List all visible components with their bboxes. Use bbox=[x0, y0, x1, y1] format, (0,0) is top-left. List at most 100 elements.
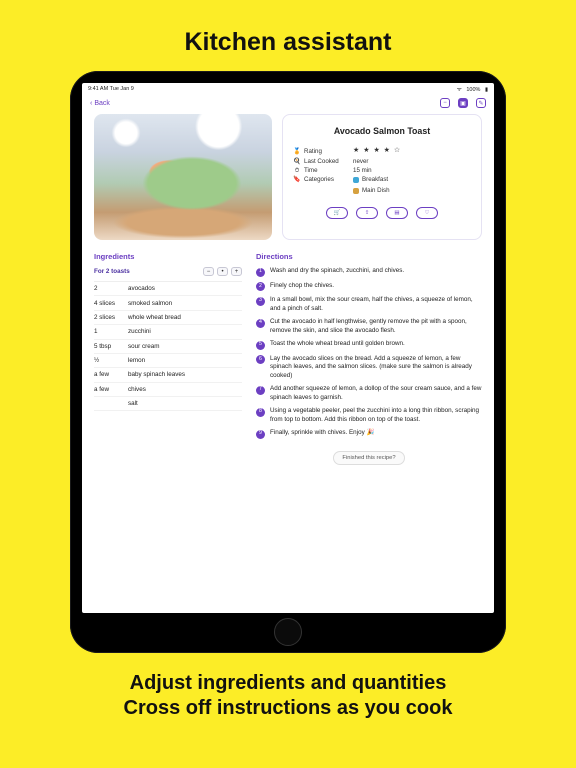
clock-icon: ⏱ bbox=[293, 166, 301, 175]
step-text: Toast the whole wheat bread until golden… bbox=[270, 340, 405, 350]
pot-icon: 🍳 bbox=[293, 157, 301, 166]
ingredient-row[interactable]: ½lemon bbox=[94, 354, 242, 368]
last-cooked-value: never bbox=[353, 157, 368, 166]
direction-step[interactable]: 4Cut the avocado in half lengthwise, gen… bbox=[256, 318, 482, 335]
step-text: Wash and dry the spinach, zucchini, and … bbox=[270, 267, 404, 277]
servings-stepper: − • + bbox=[203, 267, 242, 276]
direction-step[interactable]: 7 Add another squeeze of lemon, a dollop … bbox=[256, 385, 482, 402]
step-number-badge: 6 bbox=[256, 355, 265, 364]
step-text: Lay the avocado slices on the bread. Add… bbox=[270, 355, 482, 381]
ingredient-row[interactable]: a fewbaby spinach leaves bbox=[94, 368, 242, 382]
ingredient-qty: ½ bbox=[94, 357, 128, 364]
ingredient-name: salt bbox=[128, 400, 242, 407]
direction-step[interactable]: 6 Lay the avocado slices on the bread. Ad… bbox=[256, 355, 482, 381]
medal-icon: 🏅 bbox=[293, 147, 301, 156]
direction-step[interactable]: 5Toast the whole wheat bread until golde… bbox=[256, 340, 482, 350]
rating-stars[interactable]: ★ ★ ★ ★ ☆ bbox=[353, 146, 401, 157]
back-label: Back bbox=[94, 100, 110, 107]
directions-list: 1Wash and dry the spinach, zucchini, and… bbox=[256, 267, 482, 439]
direction-step[interactable]: 1Wash and dry the spinach, zucchini, and… bbox=[256, 267, 482, 277]
status-time: 9:41 AM Tue Jan 9 bbox=[88, 86, 134, 92]
step-text: In a small bowl, mix the sour cream, hal… bbox=[270, 296, 482, 313]
categories-values: Breakfast Main Dish bbox=[353, 175, 394, 197]
servings-increase-button[interactable]: + bbox=[231, 267, 242, 276]
ingredient-qty: 5 tbsp bbox=[94, 343, 128, 350]
promo-tagline-2: Cross off instructions as you cook bbox=[0, 696, 576, 721]
wifi-icon: ᯤ bbox=[457, 87, 462, 93]
ingredient-qty: 2 bbox=[94, 285, 128, 292]
step-text: Finally, sprinkle with chives. Enjoy 🎉 bbox=[270, 429, 374, 439]
promo-headline: Kitchen assistant bbox=[0, 0, 576, 71]
direction-step[interactable]: 2 Finely chop the chives. bbox=[256, 282, 482, 292]
promo-tagline-1: Adjust ingredients and quantities bbox=[0, 671, 576, 696]
ingredient-row[interactable]: 4 slicessmoked salmon bbox=[94, 296, 242, 310]
time-value: 15 min bbox=[353, 166, 372, 175]
directions-column: Directions 1Wash and dry the spinach, zu… bbox=[256, 252, 482, 465]
recipe-title: Avocado Salmon Toast bbox=[293, 123, 471, 140]
battery-label: 100% bbox=[466, 87, 480, 93]
ingredient-row[interactable]: a fewchives bbox=[94, 383, 242, 397]
minus-circle-icon[interactable]: − bbox=[440, 98, 450, 108]
ingredient-row[interactable]: 2 sliceswhole wheat bread bbox=[94, 311, 242, 325]
ingredient-name: whole wheat bread bbox=[128, 314, 242, 321]
category-main-dish[interactable]: Main Dish bbox=[353, 186, 390, 195]
status-right: ᯤ 100% ▮ bbox=[454, 85, 488, 93]
servings-reset-button[interactable]: • bbox=[217, 267, 228, 276]
ingredient-name: avocados bbox=[128, 285, 242, 292]
share-button[interactable]: ⇪ bbox=[356, 207, 378, 219]
ingredient-qty: 1 bbox=[94, 328, 128, 335]
calendar-button[interactable]: ▤ bbox=[386, 207, 408, 219]
cart-button[interactable]: 🛒 bbox=[326, 207, 348, 219]
app-screen: 9:41 AM Tue Jan 9 ᯤ 100% ▮ ‹ Back − ▣ ✎ bbox=[82, 83, 494, 613]
step-text: Finely chop the chives. bbox=[270, 282, 334, 292]
card-action-row: 🛒 ⇪ ▤ ♡ bbox=[293, 203, 471, 219]
recipe-info-card: Avocado Salmon Toast 🏅Rating ★ ★ ★ ★ ☆ 🍳… bbox=[282, 114, 482, 240]
duplicate-icon[interactable]: ▣ bbox=[458, 98, 468, 108]
category-breakfast[interactable]: Breakfast bbox=[353, 175, 388, 184]
step-number-badge: 7 bbox=[256, 386, 265, 395]
battery-icon: ▮ bbox=[485, 87, 488, 93]
last-cooked-label: Last Cooked bbox=[304, 157, 339, 166]
step-text: Cut the avocado in half lengthwise, gent… bbox=[270, 318, 482, 335]
ingredient-row[interactable]: 1zucchini bbox=[94, 325, 242, 339]
ingredient-row[interactable]: 5 tbspsour cream bbox=[94, 340, 242, 354]
ingredient-name: smoked salmon bbox=[128, 300, 242, 307]
ingredient-row[interactable]: 2avocados bbox=[94, 282, 242, 296]
ingredient-name: chives bbox=[128, 386, 242, 393]
device-frame-wrap: 9:41 AM Tue Jan 9 ᯤ 100% ▮ ‹ Back − ▣ ✎ bbox=[0, 71, 576, 653]
top-nav-bar: ‹ Back − ▣ ✎ bbox=[82, 94, 494, 112]
hero-row: Avocado Salmon Toast 🏅Rating ★ ★ ★ ★ ☆ 🍳… bbox=[94, 114, 482, 240]
edit-icon[interactable]: ✎ bbox=[476, 98, 486, 108]
categories-label: Categories bbox=[304, 175, 334, 184]
ingredients-heading: Ingredients bbox=[94, 252, 242, 261]
rating-label: Rating bbox=[304, 147, 322, 156]
time-label: Time bbox=[304, 166, 318, 175]
promo-footer: Adjust ingredients and quantities Cross … bbox=[0, 653, 576, 721]
folder-icon: 🔖 bbox=[293, 175, 301, 184]
ingredient-row[interactable]: salt bbox=[94, 397, 242, 411]
ingredient-name: baby spinach leaves bbox=[128, 371, 242, 378]
ingredient-qty: 4 slices bbox=[94, 300, 128, 307]
step-number-badge: 3 bbox=[256, 297, 265, 306]
step-number-badge: 9 bbox=[256, 430, 265, 439]
ingredient-qty: a few bbox=[94, 386, 128, 393]
ingredient-name: zucchini bbox=[128, 328, 242, 335]
chevron-left-icon: ‹ bbox=[90, 100, 92, 107]
back-button[interactable]: ‹ Back bbox=[90, 100, 110, 107]
recipe-photo bbox=[94, 114, 272, 240]
favorite-button[interactable]: ♡ bbox=[416, 207, 438, 219]
step-text: Add another squeeze of lemon, a dollop o… bbox=[270, 385, 482, 402]
ipad-frame: 9:41 AM Tue Jan 9 ᯤ 100% ▮ ‹ Back − ▣ ✎ bbox=[70, 71, 506, 653]
ingredients-column: Ingredients For 2 toasts − • + 2avocados… bbox=[94, 252, 242, 465]
servings-decrease-button[interactable]: − bbox=[203, 267, 214, 276]
lower-columns: Ingredients For 2 toasts − • + 2avocados… bbox=[94, 240, 482, 465]
step-number-badge: 2 bbox=[256, 282, 265, 291]
direction-step[interactable]: 8Using a vegetable peeler, peel the zucc… bbox=[256, 407, 482, 424]
servings-label: For 2 toasts bbox=[94, 268, 130, 275]
ingredients-list: 2avocados4 slicessmoked salmon2 sliceswh… bbox=[94, 281, 242, 411]
status-bar: 9:41 AM Tue Jan 9 ᯤ 100% ▮ bbox=[82, 83, 494, 94]
direction-step[interactable]: 3 In a small bowl, mix the sour cream, ha… bbox=[256, 296, 482, 313]
finished-button[interactable]: Finished this recipe? bbox=[333, 451, 405, 465]
direction-step[interactable]: 9 Finally, sprinkle with chives. Enjoy 🎉 bbox=[256, 429, 482, 439]
ingredient-name: sour cream bbox=[128, 343, 242, 350]
